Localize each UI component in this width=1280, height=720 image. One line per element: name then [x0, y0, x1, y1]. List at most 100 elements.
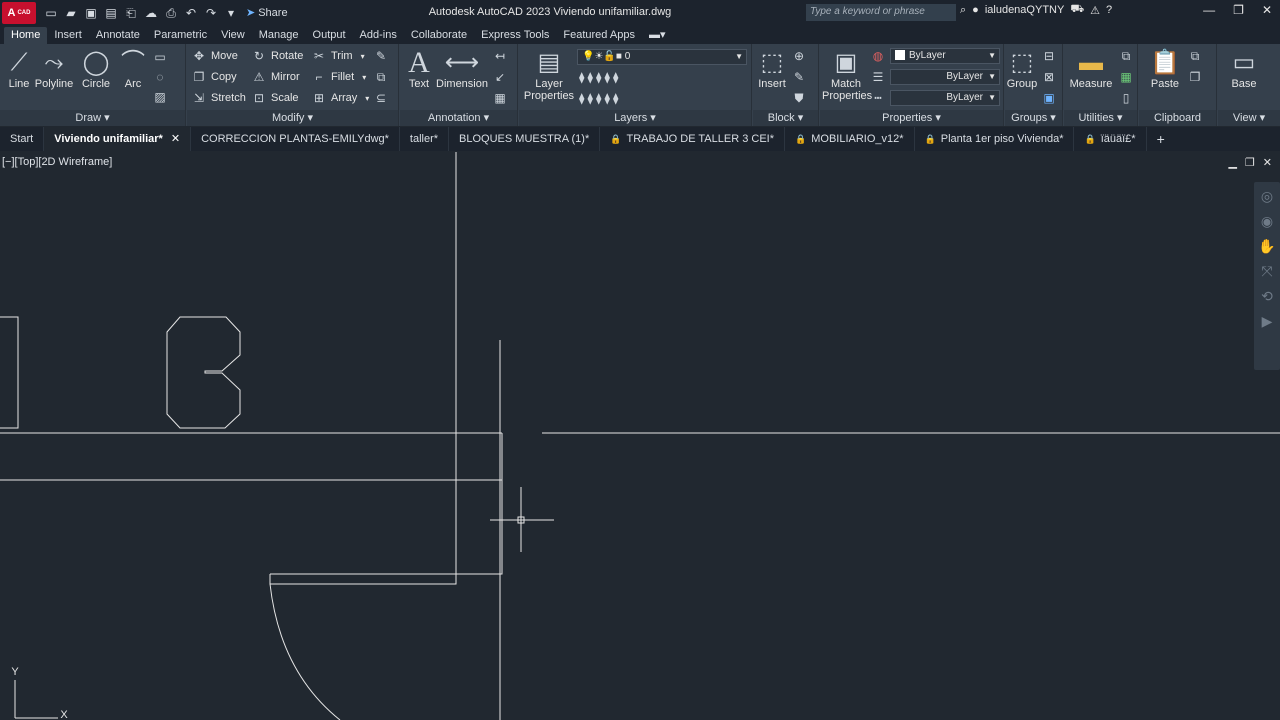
layer-tools-row-2[interactable]: ⧫ ⧫ ⧫ ⧫ ⧫	[579, 89, 618, 107]
fillet-button[interactable]: ⌐ Fillet ▾	[311, 68, 366, 86]
clipboard-panel-title[interactable]: Clipboard	[1139, 110, 1216, 126]
ribbon-state-toggle[interactable]: ▬▾	[642, 26, 673, 44]
group-button[interactable]: ⬚ Group	[1005, 48, 1039, 90]
linetype-dropdown[interactable]: ByLayer ▼	[890, 90, 1000, 106]
gradient-button[interactable]: ▨	[152, 88, 172, 106]
close-tab-icon[interactable]: ✕	[171, 133, 180, 145]
group-edit-button[interactable]: ⊠	[1041, 68, 1061, 86]
array-button[interactable]: ⊞ Array ▾	[311, 89, 369, 107]
insert-button[interactable]: ⬚ Insert	[755, 48, 789, 90]
offset-button[interactable]: ⊆	[373, 89, 393, 107]
copy-clip-button[interactable]: ❐	[1187, 68, 1207, 86]
stretch-button[interactable]: ⇲ Stretch	[191, 89, 246, 107]
multileader-button[interactable]: ↙	[492, 68, 512, 86]
line-button[interactable]: ⟋ Line	[4, 48, 34, 90]
cut-button[interactable]: ⧉	[1187, 47, 1207, 65]
help-icon[interactable]: ?	[1106, 4, 1112, 16]
arc-button[interactable]: ⌒ Arc	[118, 48, 148, 90]
block-panel-title[interactable]: Block ▾	[753, 110, 818, 126]
mirror-button[interactable]: ⚠ Mirror	[251, 68, 300, 86]
tab-add-ins[interactable]: Add-ins	[353, 27, 404, 44]
doc-tab[interactable]: 🔒 Planta 1er piso Vivienda*	[915, 127, 1075, 151]
user-icon[interactable]: ●	[972, 4, 979, 16]
tab-collaborate[interactable]: Collaborate	[404, 27, 474, 44]
doc-tab[interactable]: 🔒 TRABAJO DE TALLER 3 CEI*	[600, 127, 785, 151]
doc-tab-start[interactable]: Start	[0, 127, 45, 151]
polyline-button[interactable]: ⤳ Polyline	[34, 48, 74, 90]
doc-tab-active[interactable]: Viviendo unifamiliar* ✕	[44, 127, 192, 151]
hatch-button[interactable]: ◌	[152, 68, 172, 86]
tab-express-tools[interactable]: Express Tools	[474, 27, 556, 44]
search-icon[interactable]: ⌕	[960, 4, 966, 17]
utilities-panel-title[interactable]: Utilities ▾	[1064, 110, 1137, 126]
erase-button[interactable]: ✎	[373, 47, 393, 65]
properties-panel-title[interactable]: Properties ▾	[820, 110, 1003, 126]
leader-button[interactable]: ↤	[492, 47, 512, 65]
user-name[interactable]: ialudenaQYTNY	[985, 4, 1065, 16]
base-button[interactable]: ▭ Base	[1224, 48, 1264, 90]
edit-block-button[interactable]: ✎	[791, 68, 811, 86]
calculator-button[interactable]: ▦	[1118, 68, 1138, 86]
autodesk-app-icon[interactable]: ⚠	[1090, 4, 1100, 17]
minimize-icon[interactable]: —	[1203, 3, 1215, 17]
close-window-icon[interactable]: ✕	[1262, 3, 1272, 17]
ungroup-button[interactable]: ⊟	[1041, 47, 1061, 65]
layers-panel: ▤ Layer Properties 💡☀🔓■ 0 ▼ ⧫ ⧫ ⧫ ⧫ ⧫ ⧫ ⧫ ⧫…	[519, 44, 752, 126]
id-point-button[interactable]: ▯	[1118, 89, 1138, 107]
create-block-button[interactable]: ⊕	[791, 47, 811, 65]
rectangle-button[interactable]: ▭	[152, 48, 172, 66]
base-view-icon: ▭	[1232, 49, 1256, 76]
layer-dropdown[interactable]: 💡☀🔓■ 0 ▼	[577, 49, 747, 65]
tab-annotate[interactable]: Annotate	[89, 27, 147, 44]
copy-button[interactable]: ❐ Copy	[191, 68, 237, 86]
calculator-icon: ▦	[1120, 70, 1132, 84]
search-input[interactable]: Type a keyword or phrase	[806, 4, 956, 21]
tab-view[interactable]: View	[214, 27, 252, 44]
scale-button[interactable]: ⊡ Scale	[251, 89, 299, 107]
chevron-down-icon: ▼	[735, 52, 743, 61]
groups-panel-title[interactable]: Groups ▾	[1005, 110, 1062, 126]
dimension-button[interactable]: ⟷ Dimension	[436, 48, 488, 90]
lineweight-dropdown[interactable]: ByLayer ▼	[890, 69, 1000, 85]
group-select-button[interactable]: ▣	[1041, 89, 1061, 107]
stretch-icon: ⇲	[193, 91, 205, 105]
layer-tools-row-1[interactable]: ⧫ ⧫ ⧫ ⧫ ⧫	[579, 68, 618, 86]
paste-button[interactable]: 📋 Paste	[1145, 48, 1185, 90]
draw-panel-title[interactable]: Draw ▾	[0, 110, 185, 126]
door-leaf	[270, 530, 503, 575]
tab-parametric[interactable]: Parametric	[147, 27, 214, 44]
tab-output[interactable]: Output	[306, 27, 353, 44]
doc-tab[interactable]: 🔒 MOBILIARIO_v12*	[785, 127, 915, 151]
layer-properties-button[interactable]: ▤ Layer Properties	[523, 48, 575, 102]
modify-panel-title[interactable]: Modify ▾	[187, 110, 398, 126]
restore-icon[interactable]: ❐	[1233, 3, 1244, 17]
doc-tab[interactable]: taller*	[400, 127, 450, 151]
tab-home[interactable]: Home	[4, 27, 48, 44]
tab-featured-apps[interactable]: Featured Apps	[556, 27, 642, 44]
match-properties-button[interactable]: ▣ Match Properties	[822, 48, 872, 102]
circle-button[interactable]: ◯ Circle	[78, 48, 114, 90]
drawing-canvas[interactable]: [−][Top][2D Wireframe] ▁ ❐ ✕ ◎ ◉ ✋ ⤧ ⟲ ▶	[0, 152, 1280, 720]
rotate-button[interactable]: ↻ Rotate	[251, 47, 303, 65]
tab-manage[interactable]: Manage	[252, 27, 306, 44]
new-tab-plus-icon[interactable]: +	[1147, 127, 1175, 151]
tab-insert[interactable]: Insert	[47, 27, 89, 44]
annotation-panel-title[interactable]: Annotation ▾	[400, 110, 517, 126]
lock-icon: 🔒	[924, 134, 936, 144]
table-button[interactable]: ▦	[492, 89, 512, 107]
doc-tab[interactable]: CORRECCION PLANTAS-EMILYdwg*	[191, 127, 400, 151]
text-button[interactable]: A Text	[404, 48, 434, 91]
doc-tab[interactable]: 🔒 ïäüäï£*	[1074, 127, 1147, 151]
hatch-icon: ▨	[154, 90, 166, 104]
trim-button[interactable]: ✂ Trim ▾	[311, 47, 365, 65]
move-button[interactable]: ✥ Move	[191, 47, 238, 65]
doc-tab[interactable]: BLOQUES MUESTRA (1)*	[449, 127, 601, 151]
quick-select-button[interactable]: ⧉	[1118, 47, 1138, 65]
measure-button[interactable]: ▬ Measure	[1066, 48, 1116, 90]
attribute-button[interactable]: ⛊	[791, 89, 811, 107]
cart-icon[interactable]: ⛟	[1070, 3, 1084, 17]
layers-panel-title[interactable]: Layers ▾	[519, 110, 751, 126]
explode-button[interactable]: ⧉	[373, 68, 393, 86]
color-dropdown[interactable]: ByLayer ▼	[890, 48, 1000, 64]
view-panel-title[interactable]: View ▾	[1218, 110, 1280, 126]
